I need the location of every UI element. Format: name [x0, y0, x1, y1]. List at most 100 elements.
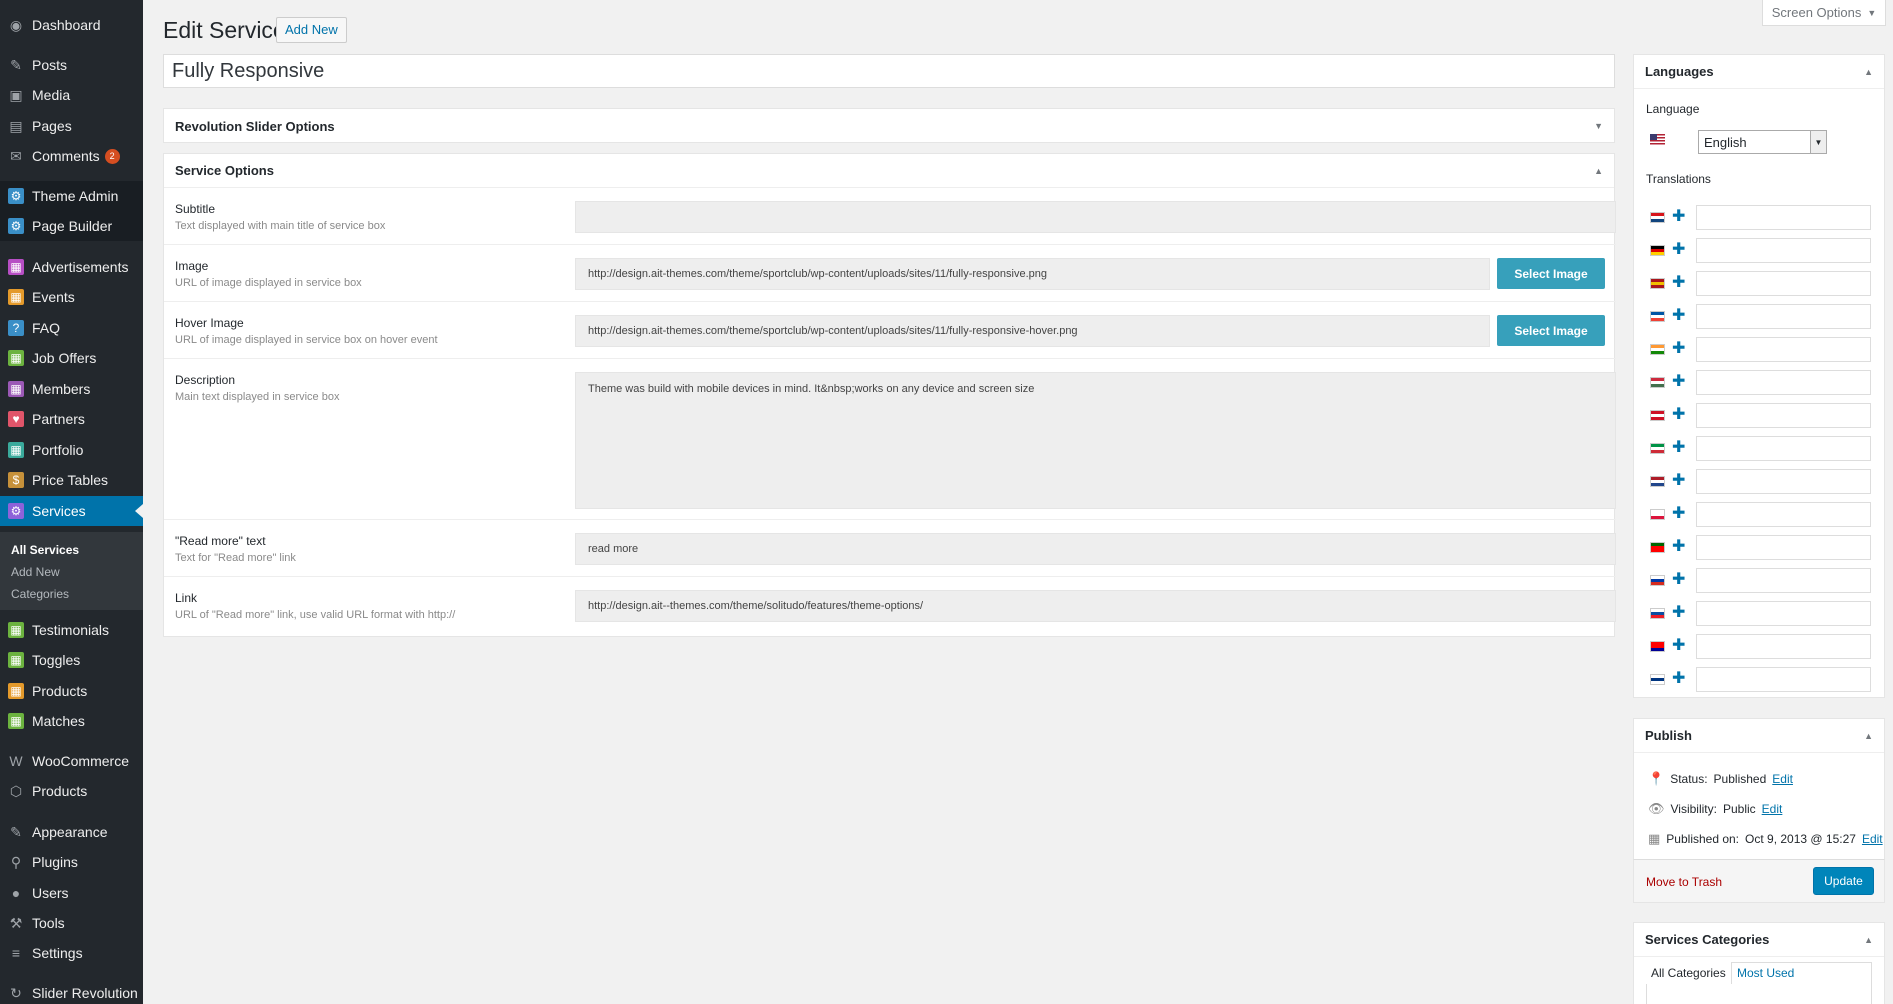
add-translation-icon[interactable]: ✚ [1672, 209, 1685, 225]
appearance-icon: ✎ [10, 823, 22, 840]
language-flag-icon [1650, 344, 1665, 355]
select-image-button[interactable]: Select Image [1497, 258, 1605, 289]
tab-all-categories[interactable]: All Categories [1646, 962, 1732, 984]
image-url-input[interactable]: http://design.ait-themes.com/theme/sport… [575, 258, 1490, 290]
language-select[interactable]: English ▼ [1698, 130, 1827, 154]
screen-options-button[interactable]: Screen Options ▼ [1762, 0, 1886, 26]
submenu-categories[interactable]: Categories [11, 587, 69, 601]
sidebar-item-members[interactable]: ▦ Members [0, 374, 143, 404]
add-translation-icon[interactable]: ✚ [1672, 440, 1685, 456]
triangle-up-icon[interactable]: ▲ [1864, 731, 1873, 741]
move-to-trash-link[interactable]: Move to Trash [1646, 875, 1722, 889]
sidebar-item-settings[interactable]: ≡ Settings [0, 938, 143, 968]
translation-input[interactable] [1696, 667, 1871, 692]
triangle-up-icon[interactable]: ▲ [1594, 166, 1603, 176]
translation-input[interactable] [1696, 535, 1871, 560]
sidebar-item-appearance[interactable]: ✎ Appearance [0, 817, 143, 847]
select-hover-image-button[interactable]: Select Image [1497, 315, 1605, 346]
tab-most-used[interactable]: Most Used [1737, 962, 1794, 984]
translation-input[interactable] [1696, 403, 1871, 428]
add-translation-icon[interactable]: ✚ [1672, 506, 1685, 522]
translation-input[interactable] [1696, 370, 1871, 395]
add-translation-icon[interactable]: ✚ [1672, 407, 1685, 423]
sidebar-item-plugins[interactable]: ⚲ Plugins [0, 847, 143, 877]
triangle-up-icon[interactable]: ▲ [1864, 67, 1873, 77]
add-translation-icon[interactable]: ✚ [1672, 539, 1685, 555]
sidebar-item-woocommerce[interactable]: W WooCommerce [0, 746, 143, 776]
translation-input[interactable] [1696, 436, 1871, 461]
sidebar-item-partners[interactable]: ♥ Partners [0, 404, 143, 434]
add-new-button[interactable]: Add New [276, 17, 347, 43]
sidebar-item-toggles[interactable]: ▦ Toggles [0, 645, 143, 675]
sidebar-item-job-offers[interactable]: ▦ Job Offers [0, 343, 143, 373]
sidebar-item-label: FAQ [32, 320, 61, 336]
sidebar-item-dashboard[interactable]: ◉ Dashboard [0, 10, 143, 40]
sidebar-item-products[interactable]: ▦ Products [0, 676, 143, 706]
add-translation-icon[interactable]: ✚ [1672, 242, 1685, 258]
users-icon: ● [11, 885, 21, 901]
translation-input[interactable] [1696, 205, 1871, 230]
sidebar-item-events[interactable]: ▦ Events [0, 282, 143, 312]
triangle-down-icon[interactable]: ▼ [1594, 121, 1603, 131]
publish-header[interactable]: Publish ▲ [1634, 719, 1884, 753]
translation-input[interactable] [1696, 238, 1871, 263]
update-button[interactable]: Update [1813, 867, 1874, 895]
add-translation-icon[interactable]: ✚ [1672, 572, 1685, 588]
add-translation-icon[interactable]: ✚ [1672, 671, 1685, 687]
sidebar-item-portfolio[interactable]: ▦ Portfolio [0, 435, 143, 465]
sidebar-item-theme-admin[interactable]: ⚙ Theme Admin [0, 181, 143, 211]
translation-input[interactable] [1696, 304, 1871, 329]
hover-image-url-input[interactable]: http://design.ait-themes.com/theme/sport… [575, 315, 1490, 347]
submenu-add-new[interactable]: Add New [11, 565, 60, 579]
add-translation-icon[interactable]: ✚ [1672, 308, 1685, 324]
languages-header[interactable]: Languages ▲ [1634, 55, 1884, 89]
sidebar-item-services[interactable]: ⚙ Services [0, 496, 143, 526]
sidebar-item-pages[interactable]: ▤ Pages [0, 111, 143, 141]
translation-input[interactable] [1696, 634, 1871, 659]
translation-input[interactable] [1696, 469, 1871, 494]
revslider-options-header[interactable]: Revolution Slider Options ▼ [164, 109, 1614, 143]
post-title-input[interactable]: Fully Responsive [163, 54, 1615, 88]
edit-status-link[interactable]: Edit [1772, 772, 1793, 786]
translation-input[interactable] [1696, 568, 1871, 593]
translation-input[interactable] [1696, 337, 1871, 362]
products-icon: ▦ [8, 683, 24, 699]
sidebar-item-price-tables[interactable]: $ Price Tables [0, 465, 143, 495]
sidebar-item-label: Events [32, 289, 75, 305]
sidebar-item-testimonials[interactable]: ▦ Testimonials [0, 615, 143, 645]
sidebar-item-slider-revolution[interactable]: ↻ Slider Revolution [0, 978, 143, 1004]
sidebar-item-products[interactable]: ⬡ Products [0, 776, 143, 806]
edit-date-link[interactable]: Edit [1862, 832, 1883, 846]
sidebar-item-posts[interactable]: ✎ Posts [0, 50, 143, 80]
add-translation-icon[interactable]: ✚ [1672, 473, 1685, 489]
service-options-header[interactable]: Service Options ▲ [164, 154, 1614, 188]
description-textarea[interactable]: Theme was build with mobile devices in m… [575, 372, 1616, 509]
sidebar-item-faq[interactable]: ? FAQ [0, 313, 143, 343]
add-translation-icon[interactable]: ✚ [1672, 638, 1685, 654]
description-row: Description Main text displayed in servi… [164, 359, 1616, 520]
add-translation-icon[interactable]: ✚ [1672, 275, 1685, 291]
triangle-up-icon[interactable]: ▲ [1864, 935, 1873, 945]
sidebar-item-comments[interactable]: ✉ Comments 2 [0, 141, 143, 171]
submenu-all-services[interactable]: All Services [11, 543, 79, 557]
sidebar-item-matches[interactable]: ▦ Matches [0, 706, 143, 736]
sidebar-item-advertisements[interactable]: ▦ Advertisements [0, 252, 143, 282]
status-label: Status: [1670, 772, 1708, 786]
translation-input[interactable] [1696, 271, 1871, 296]
sidebar-item-media[interactable]: ▣ Media [0, 80, 143, 110]
categories-header[interactable]: Services Categories ▲ [1634, 923, 1884, 957]
job-offers-icon: ▦ [8, 350, 24, 366]
add-translation-icon[interactable]: ✚ [1672, 605, 1685, 621]
sidebar-item-tools[interactable]: ⚒ Tools [0, 908, 143, 938]
link-input[interactable]: http://design.ait--themes.com/theme/soli… [575, 590, 1616, 622]
read-more-input[interactable]: read more [575, 533, 1616, 565]
add-translation-icon[interactable]: ✚ [1672, 374, 1685, 390]
edit-visibility-link[interactable]: Edit [1762, 802, 1783, 816]
translation-input[interactable] [1696, 601, 1871, 626]
add-translation-icon[interactable]: ✚ [1672, 341, 1685, 357]
language-flag-icon [1650, 542, 1665, 553]
subtitle-input[interactable] [575, 201, 1616, 233]
translation-input[interactable] [1696, 502, 1871, 527]
sidebar-item-page-builder[interactable]: ⚙ Page Builder [0, 211, 143, 241]
sidebar-item-users[interactable]: ● Users [0, 878, 143, 908]
